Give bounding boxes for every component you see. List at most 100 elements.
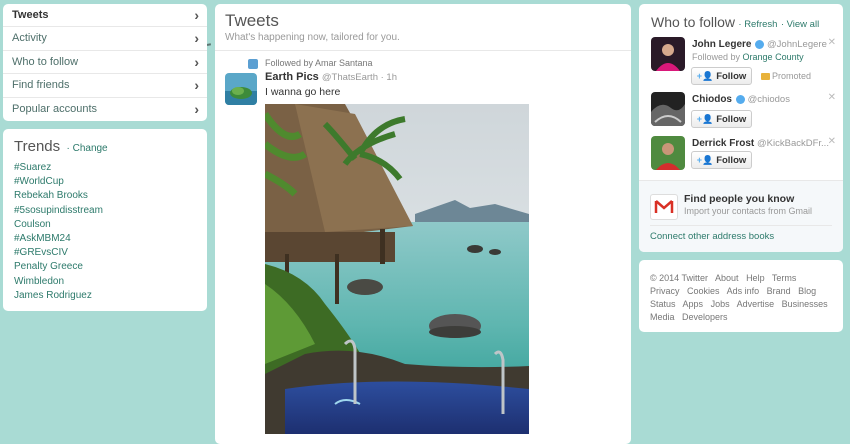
person-plus-icon: +👤 [696, 155, 714, 165]
account-handle: @chiodos [747, 94, 790, 105]
connect-address-books-link[interactable]: Connect other address books [650, 231, 774, 242]
trend-link[interactable]: James Rodriguez [3, 289, 207, 303]
account-name-text: Derrick Frost [692, 138, 755, 149]
nav-item-label: Tweets [12, 9, 49, 21]
footer-link[interactable]: Jobs [711, 299, 730, 309]
account-name[interactable]: Derrick Frost @KickBackDFr... [692, 138, 829, 149]
trend-link[interactable]: Wimbledon [3, 275, 207, 289]
nav-item-find-friends[interactable]: Find friends › [3, 74, 207, 98]
profile-nav: Tweets › Activity › Who to follow › Find… [3, 4, 207, 121]
nav-item-label: Activity [12, 32, 47, 45]
trend-link[interactable]: Rebekah Brooks [3, 189, 207, 203]
account-handle: @JohnLegere [767, 39, 827, 50]
context-link[interactable]: Orange County [743, 52, 804, 62]
account-name[interactable]: John Legere @JohnLegere [692, 39, 827, 50]
dismiss-icon[interactable]: ✕ [828, 136, 836, 147]
timeline-header: Tweets What's happening now, tailored fo… [215, 4, 631, 51]
account-name-text: Chiodos [692, 94, 732, 105]
tropical-resort-image [265, 104, 529, 434]
who-to-follow-title: Who to follow [651, 14, 736, 30]
nav-item-tweets[interactable]: Tweets › [3, 4, 207, 28]
tweet-author-handle: @ThatsEarth · 1h [321, 72, 397, 83]
chevron-right-icon: › [194, 100, 199, 117]
follow-label: Follow [716, 114, 747, 125]
follow-button[interactable]: +👤 Follow [691, 151, 752, 169]
footer-link[interactable]: Businesses [782, 299, 828, 309]
find-people-section: Find people you know Import your contact… [639, 180, 843, 252]
nav-item-popular-accounts[interactable]: Popular accounts › [3, 98, 207, 121]
follow-button[interactable]: +👤 Follow [691, 110, 752, 128]
footer-links-panel: © 2014 Twitter About Help Terms Privacy … [639, 260, 843, 332]
follow-label: Follow [716, 71, 747, 82]
verified-icon [755, 39, 765, 49]
avatar[interactable] [651, 136, 685, 170]
trend-link[interactable]: Penalty Greece [3, 260, 207, 274]
account-name[interactable]: Chiodos @chiodos [692, 94, 790, 105]
nav-item-activity[interactable]: Activity › [3, 27, 207, 51]
person-plus-icon: +👤 [696, 71, 714, 81]
footer-link[interactable]: Ads info [727, 286, 760, 296]
refresh-link[interactable]: · Refresh [738, 19, 777, 30]
follow-button[interactable]: +👤 Follow [691, 67, 752, 85]
chevron-right-icon: › [194, 30, 199, 47]
view-all-link[interactable]: · View all [781, 19, 819, 30]
timeline-title: Tweets [225, 11, 279, 30]
promoted-text: Promoted [772, 71, 812, 81]
account-handle: @KickBackDFr... [757, 138, 829, 149]
tweet-author[interactable]: Earth Pics @ThatsEarth · 1h [265, 71, 397, 83]
divider [650, 225, 832, 226]
footer-link[interactable]: Privacy [650, 286, 680, 296]
trend-list: #Suarez #WorldCup Rebekah Brooks #5sosup… [3, 161, 207, 303]
footer-link[interactable]: Media [650, 312, 675, 322]
footer-link[interactable]: Cookies [687, 286, 720, 296]
avatar[interactable] [651, 92, 685, 126]
trend-link[interactable]: #Suarez [3, 161, 207, 175]
trend-link[interactable]: #GREvsCIV [3, 246, 207, 260]
footer-link[interactable]: Status [650, 299, 676, 309]
nav-item-label: Find friends [12, 79, 70, 92]
account-name-text: John Legere [692, 39, 752, 50]
chevron-right-icon: › [194, 7, 199, 23]
trends-panel: Trends · Change #Suarez #WorldCup Rebeka… [3, 129, 207, 311]
trends-change-link[interactable]: · Change [66, 143, 107, 154]
footer-link[interactable]: Developers [682, 312, 728, 322]
promoted-icon [761, 73, 770, 80]
trend-link[interactable]: #WorldCup [3, 175, 207, 189]
trend-link[interactable]: #5sosupindisstream [3, 204, 207, 218]
avatar[interactable] [651, 37, 685, 71]
footer-link[interactable]: Apps [683, 299, 704, 309]
tweet-photo[interactable] [265, 104, 529, 434]
footer-link[interactable]: Brand [767, 286, 791, 296]
find-people-subtitle: Import your contacts from Gmail [684, 206, 813, 216]
chevron-right-icon: › [194, 77, 199, 94]
footer-link[interactable]: Blog [798, 286, 816, 296]
dismiss-icon[interactable]: ✕ [828, 92, 836, 103]
trend-link[interactable]: Coulson [3, 218, 207, 232]
who-to-follow-panel: Who to follow · Refresh · View all John … [639, 4, 843, 252]
timeline-subtitle: What's happening now, tailored for you. [225, 32, 400, 43]
trend-link[interactable]: #AskMBM24 [3, 232, 207, 246]
verified-icon [735, 94, 745, 104]
footer-link[interactable]: Terms [772, 273, 797, 283]
followed-by-context[interactable]: Followed by Amar Santana [265, 58, 373, 68]
nav-item-label: Popular accounts [12, 102, 97, 115]
account-context: Followed by Orange County [692, 52, 804, 62]
context-prefix: Followed by [692, 52, 741, 62]
follow-label: Follow [716, 155, 747, 166]
trends-title: Trends [14, 138, 61, 155]
copyright: © 2014 Twitter [650, 273, 708, 283]
promoted-label: Promoted [761, 71, 811, 81]
nav-item-who-to-follow[interactable]: Who to follow › [3, 51, 207, 75]
chevron-right-icon: › [194, 53, 199, 70]
find-people-link[interactable]: Find people you know [684, 193, 794, 205]
footer-links: © 2014 Twitter About Help Terms Privacy … [650, 272, 836, 324]
footer-link[interactable]: Help [746, 273, 765, 283]
tweet-author-name: Earth Pics [265, 71, 319, 83]
footer-link[interactable]: Advertise [737, 299, 775, 309]
avatar[interactable] [225, 73, 257, 105]
footer-link[interactable]: About [715, 273, 739, 283]
nav-item-label: Who to follow [12, 55, 79, 68]
timeline-panel: Tweets What's happening now, tailored fo… [215, 4, 631, 444]
tweet-text: I wanna go here [265, 86, 341, 98]
dismiss-icon[interactable]: ✕ [828, 37, 836, 48]
